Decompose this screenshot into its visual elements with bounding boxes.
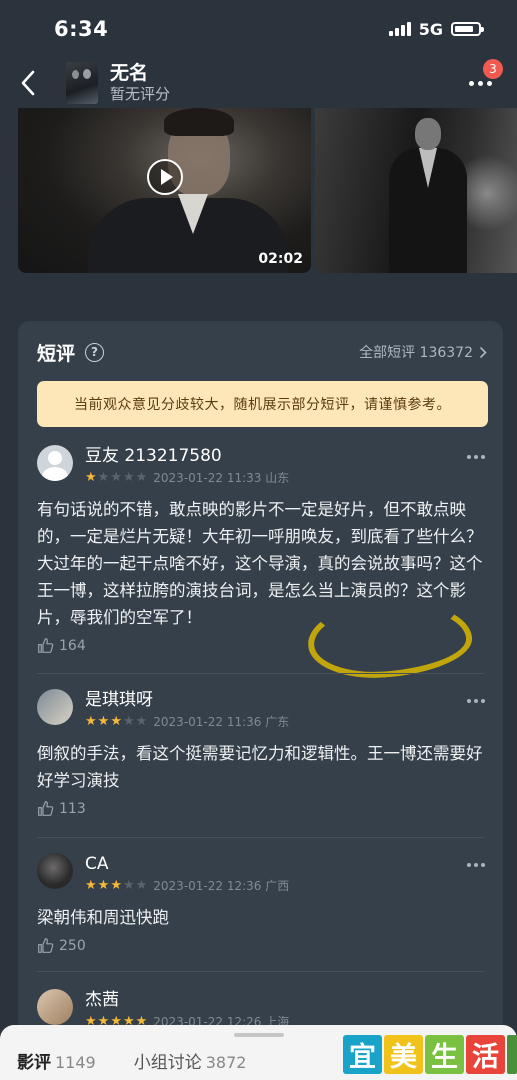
star-filled-icon: ★	[110, 714, 122, 729]
star-filled-icon: ★	[97, 878, 110, 893]
avatar[interactable]	[37, 989, 73, 1025]
review-text: 倒叙的手法，看这个挺需要记忆力和逻辑性。王一博还需要好好学习演技	[37, 744, 483, 790]
notification-badge: 3	[483, 59, 503, 79]
rating-stars: ★ ★ ★ ★ ★	[85, 471, 147, 484]
avatar[interactable]	[37, 689, 73, 725]
star-empty-icon: ★	[122, 470, 135, 485]
review-text: 梁朝伟和周迅快跑	[37, 908, 169, 927]
like-count: 164	[59, 637, 86, 654]
rating-stars: ★ ★ ★ ★ ★	[85, 879, 147, 892]
divider	[37, 673, 484, 674]
video-duration: 02:02	[258, 251, 303, 267]
star-empty-icon: ★	[135, 878, 148, 893]
section-title: 短评	[37, 342, 76, 365]
movie-rating-status: 暂无评分	[110, 85, 171, 103]
thumbs-up-icon	[38, 938, 54, 953]
review-item: 杰茜 ★ ★ ★ ★ ★ 2023-01-22 12:26 上海	[37, 989, 487, 1030]
short-reviews-header: 短评 ? 全部短评 136372	[18, 321, 503, 383]
help-icon[interactable]: ?	[85, 342, 105, 362]
star-filled-icon: ★	[85, 470, 97, 485]
tab-label: 影评	[17, 1053, 51, 1073]
signal-icon	[388, 22, 411, 36]
movie-poster-thumbnail[interactable]	[66, 62, 98, 104]
status-bar: 6:34 5G	[0, 0, 517, 58]
review-item: CA ★ ★ ★ ★ ★ 2023-01-22 12:36 广西 梁朝伟和周迅快跑 25…	[37, 853, 487, 954]
all-reviews-link[interactable]: 全部短评 136372	[359, 342, 487, 362]
tab-group-discussion[interactable]: 小组讨论 3872	[134, 1048, 247, 1073]
review-username[interactable]: 是琪琪呀	[85, 689, 467, 711]
avatar[interactable]	[37, 445, 73, 481]
star-filled-icon: ★	[97, 714, 110, 729]
back-button[interactable]	[0, 58, 56, 108]
more-options-button[interactable]: 3	[463, 59, 503, 98]
like-count: 113	[59, 800, 86, 817]
review-meta: 2023-01-22 12:36 广西	[153, 879, 290, 893]
star-filled-icon: ★	[85, 714, 97, 729]
review-username[interactable]: 杰茜	[85, 989, 487, 1011]
divider	[37, 837, 484, 838]
like-button[interactable]: 250	[37, 937, 487, 954]
review-username[interactable]: 豆友 213217580	[85, 445, 467, 467]
review-username[interactable]: CA	[85, 853, 467, 875]
play-icon[interactable]	[147, 159, 183, 195]
star-empty-icon: ★	[135, 470, 148, 485]
all-reviews-label: 全部短评 136372	[359, 345, 473, 361]
trailer-video[interactable]: 02:02	[18, 108, 311, 273]
nav-bar: 无名 暂无评分 3	[0, 58, 517, 108]
review-more-icon[interactable]	[467, 699, 485, 703]
review-meta: 2023-01-22 11:33 山东	[153, 471, 290, 485]
status-time: 6:34	[54, 17, 109, 41]
thumbs-up-icon	[38, 638, 54, 653]
rating-stars: ★ ★ ★ ★ ★	[85, 715, 147, 728]
movie-title: 无名	[110, 62, 149, 84]
star-empty-icon: ★	[122, 878, 135, 893]
review-item: 是琪琪呀 ★ ★ ★ ★ ★ 2023-01-22 11:36 广东 倒叙的手法，看这个…	[37, 689, 487, 817]
star-empty-icon: ★	[122, 714, 135, 729]
watermark-seal	[507, 1035, 517, 1074]
star-empty-icon: ★	[110, 470, 122, 485]
drag-handle[interactable]	[234, 1033, 284, 1037]
star-filled-icon: ★	[110, 878, 122, 893]
watermark-logo: 宜 美 生 活	[343, 1029, 517, 1080]
star-empty-icon: ★	[97, 470, 110, 485]
short-reviews-card: 短评 ? 全部短评 136372 当前观众意见分歧较大，随机展示部分短评，请谨慎…	[18, 321, 503, 1080]
movie-title-block: 无名 暂无评分	[110, 62, 170, 104]
divergence-notice: 当前观众意见分歧较大，随机展示部分短评，请谨慎参考。	[37, 381, 488, 427]
divider	[37, 971, 484, 972]
star-empty-icon: ★	[135, 714, 148, 729]
media-strip: 02:02	[18, 108, 517, 273]
watermark-char: 生	[425, 1035, 464, 1074]
chevron-right-icon	[479, 346, 487, 358]
review-meta: 2023-01-22 11:36 广东	[153, 715, 290, 729]
tab-count: 1149	[55, 1053, 96, 1072]
thumbs-up-icon	[38, 801, 54, 816]
tab-count: 3872	[205, 1053, 247, 1072]
review-more-icon[interactable]	[467, 863, 485, 867]
like-button[interactable]: 113	[37, 800, 487, 817]
avatar[interactable]	[37, 853, 73, 889]
watermark-char: 美	[384, 1035, 423, 1074]
watermark-char: 活	[466, 1035, 505, 1074]
network-type: 5G	[418, 19, 443, 39]
tab-label: 小组讨论	[133, 1053, 202, 1073]
battery-icon	[451, 22, 484, 36]
like-count: 250	[59, 937, 86, 954]
status-indicators: 5G	[388, 19, 484, 39]
more-icon	[468, 80, 492, 86]
tab-reviews[interactable]: 影评 1149	[17, 1048, 96, 1073]
review-more-icon[interactable]	[467, 455, 485, 459]
star-filled-icon: ★	[85, 878, 97, 893]
watermark-char: 宜	[343, 1035, 382, 1074]
still-photo[interactable]	[315, 108, 517, 273]
chevron-left-icon	[21, 70, 35, 96]
